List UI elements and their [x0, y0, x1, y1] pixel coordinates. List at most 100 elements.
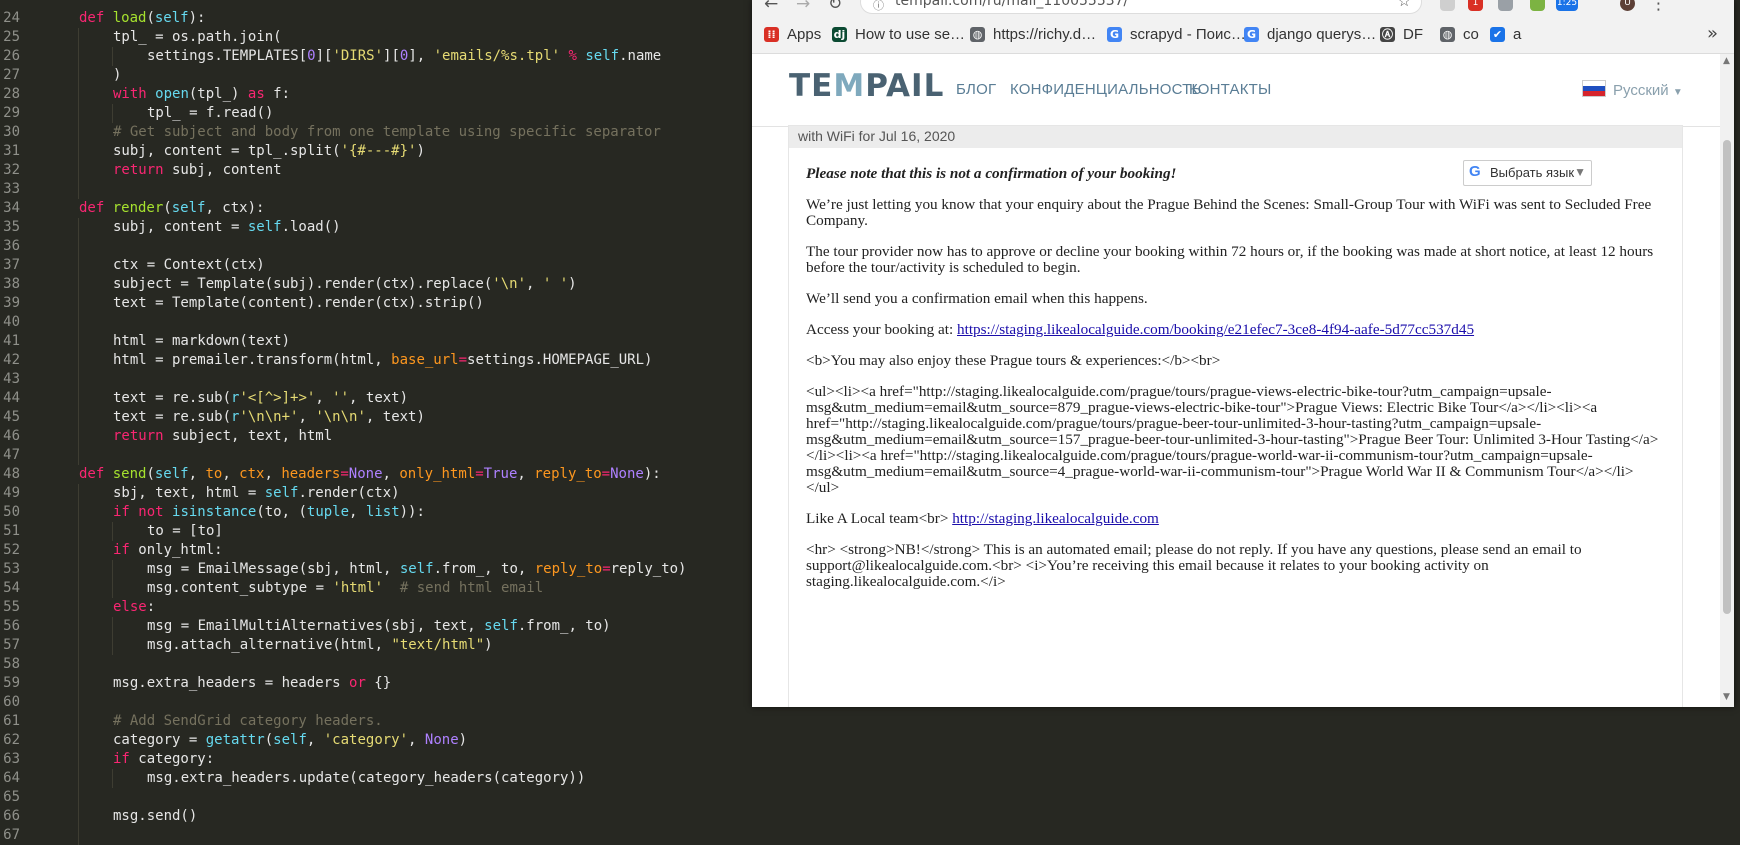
- code-line[interactable]: 60: [0, 693, 760, 712]
- code-line[interactable]: 24 def load(self):: [0, 9, 760, 28]
- bookmark-item[interactable]: dj How to use se…: [832, 24, 965, 44]
- code-token: self: [264, 485, 299, 501]
- code-line[interactable]: 58: [0, 655, 760, 674]
- homepage-link[interactable]: http://staging.likealocalguide.com: [952, 510, 1159, 527]
- indent-guide: [78, 237, 79, 256]
- code-line[interactable]: 42 html = premailer.transform(html, base_…: [0, 351, 760, 370]
- language-selector[interactable]: Русский ▼: [1582, 80, 1683, 99]
- code-line[interactable]: 48 def send(self, to, ctx, headers=None, …: [0, 465, 760, 484]
- line-number: 65: [3, 789, 20, 805]
- code-line[interactable]: 28 with open(tpl_) as f:: [0, 85, 760, 104]
- back-arrow-icon[interactable]: ←: [764, 0, 778, 14]
- bookmark-item[interactable]: ✔ a: [1490, 24, 1521, 44]
- code-line[interactable]: 65: [0, 788, 760, 807]
- scroll-thumb[interactable]: [1723, 140, 1731, 614]
- nav-privacy[interactable]: КОНФИДЕНЦИАЛЬНОСТЬ: [1010, 81, 1202, 98]
- more-bookmarks-icon[interactable]: »: [1707, 23, 1718, 44]
- code-line[interactable]: 30 # Get subject and body from one templa…: [0, 123, 760, 142]
- code-line[interactable]: 62 category = getattr(self, 'category', N…: [0, 731, 760, 750]
- page-scrollbar[interactable]: ▲ ▼: [1720, 54, 1734, 707]
- code-line[interactable]: 41 html = markdown(text): [0, 332, 760, 351]
- code-line[interactable]: 64 msg.extra_headers.update(category_head…: [0, 769, 760, 788]
- code-line[interactable]: 39 text = Template(content).render(ctx).s…: [0, 294, 760, 313]
- menu-dots-icon[interactable]: ⋮: [1650, 0, 1667, 14]
- code-text: if not isinstance(to, (tuple, list)):: [113, 503, 425, 522]
- nav-blog[interactable]: БЛОГ: [956, 81, 996, 98]
- code-line[interactable]: 40: [0, 313, 760, 332]
- code-line[interactable]: 43: [0, 370, 760, 389]
- bookmark-item[interactable]: ⁞⁞ Apps: [764, 24, 821, 44]
- code-token: ctx: [239, 466, 265, 482]
- address-bar[interactable]: ⓘ tempail.com/ru/mail_110055537/ ☆: [860, 0, 1422, 14]
- code-line[interactable]: 51 to = [to]: [0, 522, 760, 541]
- code-line[interactable]: 59 msg.extra_headers = headers or {}: [0, 674, 760, 693]
- code-line[interactable]: 56 msg = EmailMultiAlternatives(sbj, text…: [0, 617, 760, 636]
- extension-badge-icon[interactable]: 1: [1468, 0, 1483, 11]
- tempail-logo[interactable]: TEMPAIL: [789, 68, 944, 104]
- bookmark-item[interactable]: Gdjango querys…: [1244, 24, 1376, 44]
- nav-contacts[interactable]: КОНТАКТЫ: [1189, 81, 1272, 98]
- bookmark-item[interactable]: Ⓐ DF: [1380, 24, 1423, 44]
- code-line[interactable]: 27): [0, 66, 760, 85]
- reload-icon[interactable]: ↻: [828, 0, 842, 14]
- code-line[interactable]: 26 settings.TEMPLATES[0]['DIRS'][0], 'ema…: [0, 47, 760, 66]
- indent-guide: [78, 85, 79, 104]
- line-number: 60: [3, 694, 20, 710]
- code-token: category:: [129, 751, 215, 767]
- code-token: subject = Template(subj).render(ctx).rep…: [113, 276, 493, 292]
- booking-link[interactable]: https://staging.likealocalguide.com/book…: [957, 321, 1474, 338]
- code-line[interactable]: 29 tpl_ = f.read(): [0, 104, 760, 123]
- code-line[interactable]: 67: [0, 826, 760, 845]
- extension-timer-icon[interactable]: 1:25: [1556, 0, 1578, 11]
- profile-avatar[interactable]: U: [1620, 0, 1635, 11]
- code-line[interactable]: 31 subj, content = tpl_.split('{#---#}'): [0, 142, 760, 161]
- web-page[interactable]: TEMPAIL БЛОГ КОНФИДЕНЦИАЛЬНОСТЬ КОНТАКТЫ…: [752, 54, 1720, 707]
- code-line[interactable]: 33: [0, 180, 760, 199]
- code-text: subject = Template(subj).render(ctx).rep…: [113, 275, 577, 294]
- bookmark-item[interactable]: ◍ co: [1440, 24, 1479, 44]
- code-line[interactable]: 49 sbj, text, html = self.render(ctx): [0, 484, 760, 503]
- code-line[interactable]: 57 msg.attach_alternative(html, "text/htm…: [0, 636, 760, 655]
- code-text: tpl_ = f.read(): [147, 104, 273, 123]
- code-line[interactable]: 32 return subj, content: [0, 161, 760, 180]
- bookmark-item[interactable]: ◍ https://richy.d…: [970, 24, 1096, 44]
- code-line[interactable]: 63 if category:: [0, 750, 760, 769]
- bookmark-star-icon[interactable]: ☆: [1398, 0, 1411, 10]
- code-line[interactable]: 53 msg = EmailMessage(sbj, html, self.fro…: [0, 560, 760, 579]
- code-line[interactable]: 61 # Add SendGrid category headers.: [0, 712, 760, 731]
- code-line[interactable]: 37 ctx = Context(ctx): [0, 256, 760, 275]
- extension-green-icon[interactable]: [1530, 0, 1545, 11]
- code-line[interactable]: 38 subject = Template(subj).render(ctx).r…: [0, 275, 760, 294]
- code-line[interactable]: 44 text = re.sub(r'<[^>]+>', '', text): [0, 389, 760, 408]
- scroll-down-icon[interactable]: ▼: [1723, 692, 1730, 702]
- code-line[interactable]: 52 if only_html:: [0, 541, 760, 560]
- code-line[interactable]: 36: [0, 237, 760, 256]
- code-token: list: [365, 504, 400, 520]
- indent-guide: [78, 370, 79, 389]
- extension-shield-icon[interactable]: [1440, 0, 1455, 11]
- code-line[interactable]: 55 else:: [0, 598, 760, 617]
- google-translate-widget[interactable]: G Выбрать язык ▼: [1463, 160, 1592, 186]
- code-line[interactable]: 25 tpl_ = os.path.join(: [0, 28, 760, 47]
- address-url[interactable]: tempail.com/ru/mail_110055537/: [895, 0, 1128, 9]
- code-text: # Add SendGrid category headers.: [113, 712, 383, 731]
- scroll-up-icon[interactable]: ▲: [1723, 56, 1730, 66]
- extension-cast-icon[interactable]: [1498, 0, 1513, 11]
- code-line[interactable]: 35 subj, content = self.load(): [0, 218, 760, 237]
- code-line[interactable]: 54 msg.content_subtype = 'html' # send ht…: [0, 579, 760, 598]
- code-line[interactable]: 46 return subject, text, html: [0, 427, 760, 446]
- bookmark-item[interactable]: Gscrapyd - Поис…: [1107, 24, 1246, 44]
- line-number: 27: [3, 67, 20, 83]
- forward-arrow-icon[interactable]: →: [796, 0, 810, 14]
- code-line[interactable]: 45 text = re.sub(r'\n\n+', '\n\n', text): [0, 408, 760, 427]
- code-line[interactable]: 34 def render(self, ctx):: [0, 199, 760, 218]
- code-line[interactable]: 50 if not isinstance(to, (tuple, list)):: [0, 503, 760, 522]
- site-info-icon[interactable]: ⓘ: [873, 0, 884, 13]
- indent-guide: [78, 104, 79, 123]
- line-number: 49: [3, 485, 20, 501]
- code-token: or: [349, 675, 366, 691]
- code-line[interactable]: 47: [0, 446, 760, 465]
- code-line[interactable]: 66 msg.send(): [0, 807, 760, 826]
- code-text: def render(self, ctx):: [79, 199, 264, 218]
- email-paragraph-3: We’ll send you a confirmation email when…: [806, 290, 1148, 307]
